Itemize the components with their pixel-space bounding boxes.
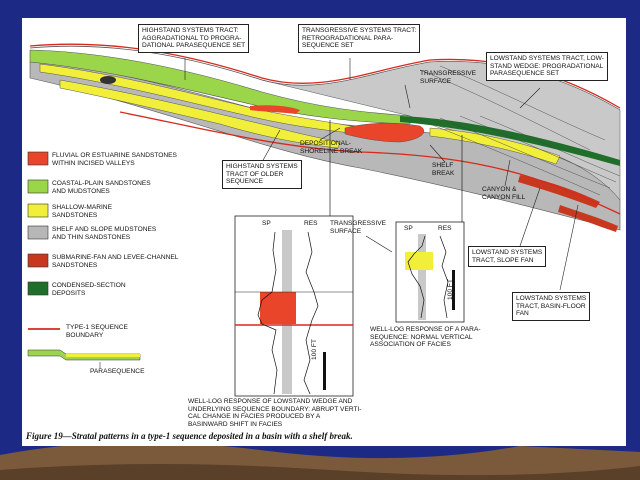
callout-transgressive-tract: TRANSGRESSIVE SYSTEMS TRACT: RETROGRADAT… [298, 24, 421, 53]
figure-caption: Figure 19—Stratal patterns in a type-1 s… [26, 431, 353, 441]
well-log-left-res-label: RES [304, 220, 318, 227]
callout-lowstand-wedge: LOWSTAND SYSTEMS TRACT, LOW- STAND WEDGE… [486, 52, 608, 81]
legend-swatch-1 [27, 179, 49, 194]
well-log-right-sand [405, 252, 433, 270]
well-log-left-panel [234, 215, 354, 397]
callout-highstand-older: HIGHSTAND SYSTEMS TRACT OF OLDER SEQUENC… [222, 160, 302, 189]
well-log-left-caption: WELL-LOG RESPONSE OF LOWSTAND WEDGE AND … [188, 398, 362, 428]
legend-label-3: SHELF AND SLOPE MUDSTONES AND THIN SANDS… [52, 226, 157, 241]
well-log-left-scale-label: 100 FT [311, 339, 318, 360]
label-transgressive-surface-mid: TRANSGRESSIVE SURFACE [330, 220, 387, 235]
callout-lowstand-slope-fan: LOWSTAND SYSTEMS TRACT, SLOPE FAN [468, 246, 547, 268]
legend-swatch-3 [27, 225, 49, 240]
legend-parasequence-yellow [66, 354, 140, 357]
callout-lowstand-basin-fan: LOWSTAND SYSTEMS TRACT, BASIN-FLOOR FAN [512, 292, 591, 321]
label-shelf-break: SHELF BREAK [432, 162, 455, 177]
legend-label-5: CONDENSED-SECTION DEPOSITS [52, 282, 126, 297]
reptile-icon [100, 76, 116, 84]
slide: HIGHSTAND SYSTEMS TRACT: AGGRADATIONAL T… [0, 0, 640, 480]
well-log-right-scale-label: 100 FT [447, 279, 454, 300]
legend-swatch-4 [27, 253, 49, 268]
well-log-right-column [418, 234, 426, 320]
legend-swatch-2 [27, 203, 49, 218]
legend-boundary-label: TYPE-1 SEQUENCE BOUNDARY [66, 324, 128, 339]
label-depositional-break: DEPOSITIONAL- SHORELINE BREAK [300, 140, 363, 155]
well-log-right-caption: WELL-LOG RESPONSE OF A PARA- SEQUENCE: N… [370, 326, 481, 349]
legend-label-0: FLUVIAL OR ESTUARINE SANDSTONES WITHIN I… [52, 152, 177, 167]
well-log-right-panel [395, 221, 465, 323]
well-log-right-sp-label: SP [404, 225, 413, 232]
legend-label-2: SHALLOW-MARINE SANDSTONES [52, 204, 112, 219]
well-log-left-sand [260, 292, 296, 324]
well-log-left-sp-label: SP [262, 220, 271, 227]
legend-label-1: COASTAL-PLAIN SANDSTONES AND MUDSTONES [52, 180, 151, 195]
well-log-right-res-label: RES [438, 225, 452, 232]
callout-highstand: HIGHSTAND SYSTEMS TRACT: AGGRADATIONAL T… [138, 24, 250, 53]
legend-parasequence-label: PARASEQUENCE [90, 368, 145, 375]
legend-label-4: SUBMARINE-FAN AND LEVEE-CHANNEL SANDSTON… [52, 254, 179, 269]
label-canyon: CANYON & CANYON FILL [482, 186, 526, 201]
legend-swatch-5 [27, 281, 49, 296]
legend-swatch-0 [27, 151, 49, 166]
well-log-left-scale-bar [323, 352, 326, 390]
label-transgressive-surface-top: TRANSGRESSIVE SURFACE [420, 70, 477, 85]
